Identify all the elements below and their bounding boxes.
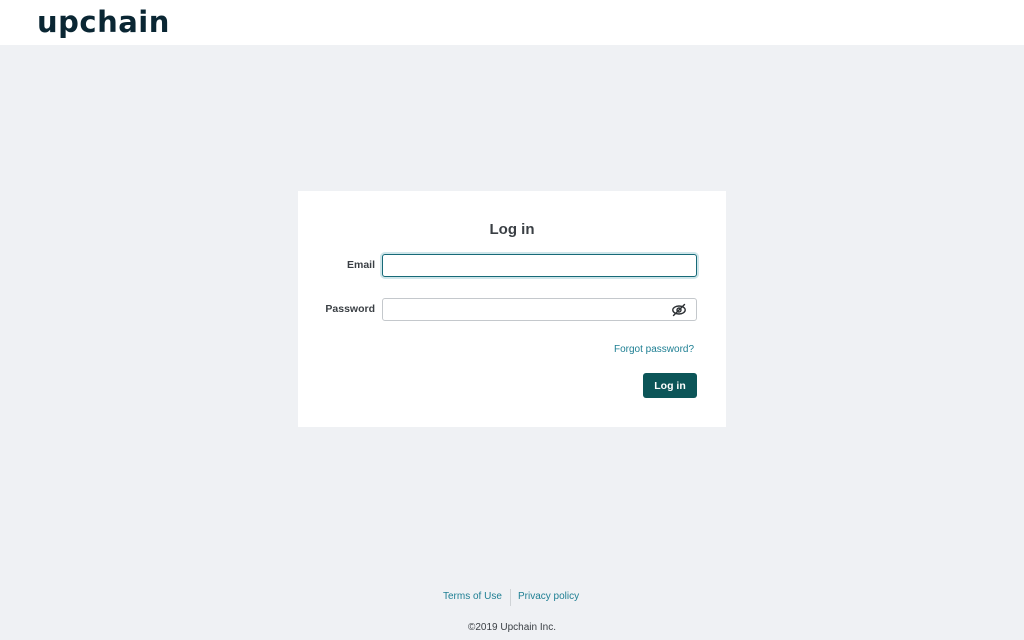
eye-off-icon[interactable]: [671, 303, 687, 317]
login-title: Log in: [489, 221, 535, 238]
email-field[interactable]: [382, 254, 697, 277]
terms-of-use-link[interactable]: Terms of Use: [443, 591, 502, 602]
footer-links: Terms of Use Privacy policy: [0, 589, 1024, 607]
privacy-policy-link[interactable]: Privacy policy: [518, 591, 579, 602]
password-label: Password: [325, 303, 375, 315]
password-field[interactable]: [382, 298, 697, 321]
email-label: Email: [346, 259, 375, 271]
copyright-text: ©2019 Upchain Inc.: [468, 622, 556, 633]
top-bar: upchain: [0, 0, 1024, 45]
svg-text:upchain: upchain: [37, 8, 170, 38]
login-button[interactable]: Log in: [643, 373, 697, 398]
forgot-password-link[interactable]: Forgot password?: [614, 344, 694, 355]
upchain-logo[interactable]: upchain: [37, 8, 177, 38]
footer-divider: [510, 589, 511, 606]
